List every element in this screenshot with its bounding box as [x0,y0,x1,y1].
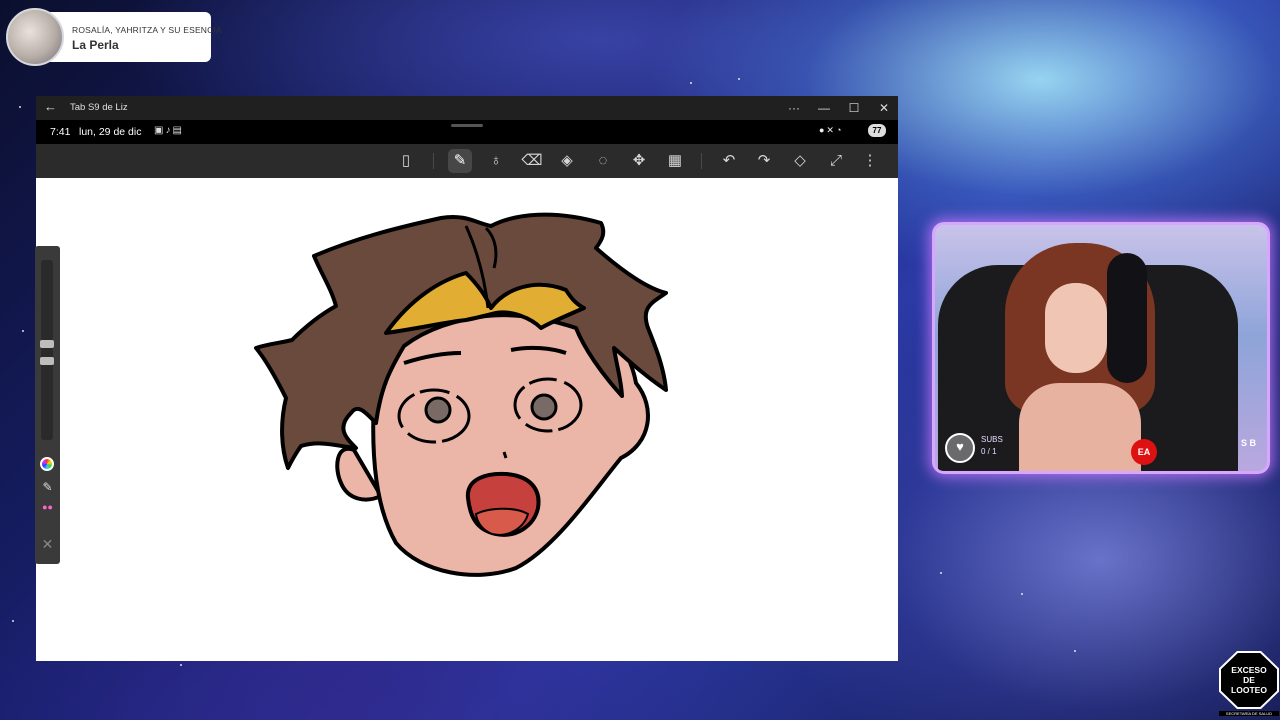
drawing-nose [502,451,508,459]
star [940,572,942,574]
brush-opacity-knob[interactable] [40,357,54,365]
badge-line-3: LOOTEO [1231,685,1267,695]
drawing-pupil-left [424,396,452,424]
close-panel-icon[interactable]: ✕ [38,536,57,553]
badge-subtitle: SECRETARÍA DE SALUD [1219,711,1279,716]
battery-indicator: 77 [868,124,886,137]
star [1021,593,1023,595]
star [738,78,740,80]
toolbar-divider [433,153,434,169]
title-bar: ← Tab S9 de Liz ··· — ☐ ✕ [36,96,898,120]
artist-name: ROSALÍA, YAHRITZA Y SU ESENCIA [72,25,222,35]
pen-icon[interactable]: ✎ [448,149,472,173]
maximize-button[interactable]: ☐ [840,98,868,118]
subs-count: 0 / 1 [981,447,997,456]
notification-icons: ▣♪▤ [154,125,184,136]
exceso-de-looteo-badge: EXCESO DE LOOTEO SECRETARÍA DE SALUD [1219,651,1279,716]
redo-icon[interactable]: ↷ [752,149,776,173]
screen-mirror-window: ← Tab S9 de Liz ··· — ☐ ✕ 7:41 lun, 29 d… [36,96,898,661]
palette-icon[interactable]: ●● [38,502,57,512]
star [19,106,21,108]
badge-line-1: EXCESO [1231,665,1267,675]
badge-line-2: DE [1243,675,1255,685]
now-playing-widget: ROSALÍA, YAHRITZA Y SU ESENCIA La Perla [6,8,222,66]
paint-bucket-icon[interactable]: ◈ [555,149,579,173]
brush-size-knob[interactable] [40,340,54,348]
status-time: 7:41 [50,126,71,138]
layers-icon[interactable]: ◇ [788,149,812,173]
brush-side-panel: ✎ ●● ✕ [35,246,60,564]
toolbar-divider [701,153,702,169]
character-drawing [254,212,668,577]
song-title: La Perla [72,38,119,52]
minimize-button[interactable]: — [810,98,838,118]
transform-icon[interactable]: ✥ [627,149,651,173]
ea-logo: EA [1131,439,1157,465]
eraser-icon[interactable]: ⌫ [520,149,544,173]
drawing-canvas[interactable] [36,178,898,661]
window-title: Tab S9 de Liz [70,102,128,113]
streamer-body [1019,383,1141,471]
system-icons: ●✕◔ [819,125,844,135]
star [22,330,24,332]
brush-size-slider[interactable] [41,260,53,440]
grid-icon[interactable]: ▦ [663,149,687,173]
lasso-icon[interactable]: ◌ [591,149,615,173]
star [690,82,692,84]
streamer [1005,243,1155,471]
more-vertical-icon[interactable]: ⋮ [858,149,882,173]
smudge-icon[interactable]: ♁ [484,149,508,173]
badge-text: EXCESO DE LOOTEO [1219,665,1279,695]
headset-icon [1107,253,1147,383]
undo-icon[interactable]: ↶ [717,149,741,173]
clipboard-icon[interactable]: ▯ [394,149,418,173]
drawing-pupil-right [530,393,558,421]
sb-logo: S B [1241,438,1257,448]
star [180,664,182,666]
status-date: lun, 29 de dic [79,126,142,138]
subs-label: SUBS [981,435,1003,444]
expand-icon[interactable]: ⤢ [824,149,848,173]
webcam-overlay: ♥ SUBS 0 / 1 EA S B [932,222,1270,474]
close-button[interactable]: ✕ [870,98,898,118]
star [1074,650,1076,652]
streamer-face [1045,283,1107,373]
album-cover [6,8,64,66]
star [12,620,14,622]
eyedropper-icon[interactable]: ✎ [38,480,57,494]
android-status-bar: 7:41 lun, 29 de dic ▣♪▤ ●✕◔ 77 [36,120,898,144]
more-options-button[interactable]: ··· [780,98,808,118]
drawing-toolbar: ▯ ✎ ♁ ⌫ ◈ ◌ ✥ ▦ ↶ ↷ ◇ ⤢ ⋮ [36,144,898,178]
drag-handle[interactable] [451,124,483,127]
heart-icon: ♥ [945,433,975,463]
color-picker-icon[interactable] [40,457,54,471]
back-arrow-icon[interactable]: ← [44,99,57,114]
